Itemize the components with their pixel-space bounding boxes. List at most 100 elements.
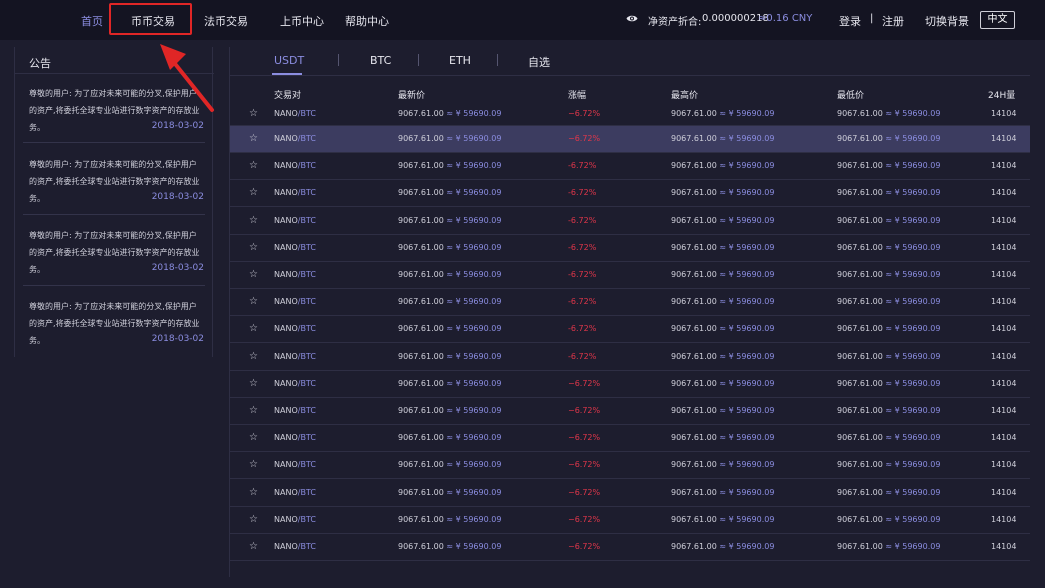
star-icon[interactable]: ☆: [249, 215, 258, 226]
latest-price: 9067.61.00: [398, 297, 444, 307]
register-link[interactable]: 注册: [882, 13, 904, 29]
high-price: 9067.61.00: [671, 242, 717, 252]
header-high[interactable]: 最高价: [671, 88, 698, 101]
star-icon[interactable]: ☆: [249, 187, 258, 198]
market-row[interactable]: ☆ NANO/BTC 9067.61.00 ≈ ¥ 59690.09 -6.72% 90…: [230, 316, 1030, 344]
high-price-cny: ≈ ¥ 59690.09: [719, 514, 775, 524]
star-icon[interactable]: ☆: [249, 296, 258, 307]
star-icon[interactable]: ☆: [249, 487, 258, 498]
high-price-cny: ≈ ¥ 59690.09: [719, 487, 775, 497]
nav-item-listing-center[interactable]: 上币中心: [280, 13, 324, 29]
login-link[interactable]: 登录: [839, 13, 861, 29]
pair-quote: /BTC: [297, 242, 316, 252]
star-icon[interactable]: ☆: [249, 541, 258, 552]
market-row[interactable]: ☆ NANO/BTC 9067.61.00 ≈ ¥ 59690.09 −6.72% 90…: [230, 534, 1030, 561]
star-icon[interactable]: ☆: [249, 108, 258, 119]
low-price-cny: ≈ ¥ 59690.09: [885, 406, 941, 415]
tab-favorites[interactable]: 自选: [528, 54, 550, 70]
low-price-cell: 9067.61.00 ≈ ¥ 59690.09: [837, 515, 940, 524]
eye-icon[interactable]: [626, 14, 638, 23]
announcement-item[interactable]: 尊敬的用户: 为了应对未来可能的分叉,保护用户的资产,将委托全球专业站进行数字资…: [29, 298, 204, 349]
header-volume[interactable]: 24H量: [988, 88, 1015, 101]
header-change[interactable]: 涨幅: [568, 88, 586, 101]
latest-price: 9067.61.00: [398, 487, 444, 497]
latest-price-cell: 9067.61.00 ≈ ¥ 59690.09: [398, 379, 501, 388]
market-row[interactable]: ☆ NANO/BTC 9067.61.00 ≈ ¥ 59690.09 −6.72% 90…: [230, 101, 1030, 126]
latest-price: 9067.61.00: [398, 109, 444, 118]
star-icon[interactable]: ☆: [249, 242, 258, 253]
low-price-cny: ≈ ¥ 59690.09: [885, 378, 941, 388]
tab-eth[interactable]: ETH: [449, 54, 471, 67]
market-row[interactable]: ☆ NANO/BTC 9067.61.00 ≈ ¥ 59690.09 -6.72% 90…: [230, 289, 1030, 317]
pair-cell: NANO/BTC: [274, 406, 316, 415]
market-row[interactable]: ☆ NANO/BTC 9067.61.00 ≈ ¥ 59690.09 −6.72% 90…: [230, 480, 1030, 507]
market-row[interactable]: ☆ NANO/BTC 9067.61.00 ≈ ¥ 59690.09 -6.72% 90…: [230, 180, 1030, 208]
nav-item-fiat-trade[interactable]: 法币交易: [204, 13, 248, 29]
star-icon[interactable]: ☆: [249, 351, 258, 362]
header-latest-price[interactable]: 最新价: [398, 88, 425, 101]
star-icon[interactable]: ☆: [249, 160, 258, 171]
market-row[interactable]: ☆ NANO/BTC 9067.61.00 ≈ ¥ 59690.09 -6.72% 90…: [230, 344, 1030, 371]
announcement-item[interactable]: 尊敬的用户: 为了应对未来可能的分叉,保护用户的资产,将委托全球专业站进行数字资…: [29, 227, 204, 278]
high-price: 9067.61.00: [671, 433, 717, 443]
latest-price: 9067.61.00: [398, 460, 444, 470]
low-price: 9067.61.00: [837, 161, 883, 171]
star-icon[interactable]: ☆: [249, 405, 258, 416]
pair-quote: /BTC: [297, 134, 316, 143]
market-row[interactable]: ☆ NANO/BTC 9067.61.00 ≈ ¥ 59690.09 −6.72% 90…: [230, 452, 1030, 480]
nav-item-help-center[interactable]: 帮助中心: [345, 13, 389, 29]
market-row[interactable]: ☆ NANO/BTC 9067.61.00 ≈ ¥ 59690.09 −6.72% 90…: [230, 398, 1030, 425]
market-row[interactable]: ☆ NANO/BTC 9067.61.00 ≈ ¥ 59690.09 −6.72% 90…: [230, 507, 1030, 534]
star-icon[interactable]: ☆: [249, 323, 258, 334]
star-icon[interactable]: ☆: [249, 269, 258, 280]
announcement-divider: [23, 285, 205, 286]
volume-cell: 14104: [991, 242, 1017, 252]
nav-separator: |: [870, 13, 874, 24]
pair-quote: /BTC: [297, 487, 316, 497]
star-icon[interactable]: ☆: [249, 514, 258, 525]
star-icon[interactable]: ☆: [249, 378, 258, 389]
header-low[interactable]: 最低价: [837, 88, 864, 101]
latest-price-cny: ≈ ¥ 59690.09: [446, 406, 502, 415]
market-row[interactable]: ☆ NANO/BTC 9067.61.00 ≈ ¥ 59690.09 −6.72% 90…: [230, 126, 1030, 153]
market-row[interactable]: ☆ NANO/BTC 9067.61.00 ≈ ¥ 59690.09 -6.72% 90…: [230, 153, 1030, 181]
header-pair[interactable]: 交易对: [274, 88, 301, 101]
volume-cell: 14104: [991, 406, 1017, 415]
low-price-cell: 9067.61.00 ≈ ¥ 59690.09: [837, 188, 940, 197]
volume-cell: 14104: [991, 324, 1017, 334]
volume-cell: 14104: [991, 270, 1017, 279]
market-row[interactable]: ☆ NANO/BTC 9067.61.00 ≈ ¥ 59690.09 −6.72% 90…: [230, 425, 1030, 453]
high-price-cell: 9067.61.00 ≈ ¥ 59690.09: [671, 406, 774, 415]
market-row[interactable]: ☆ NANO/BTC 9067.61.00 ≈ ¥ 59690.09 -6.72% 90…: [230, 262, 1030, 289]
market-row[interactable]: ☆ NANO/BTC 9067.61.00 ≈ ¥ 59690.09 -6.72% 90…: [230, 208, 1030, 235]
pair-quote: /BTC: [297, 215, 316, 225]
latest-price: 9067.61.00: [398, 215, 444, 225]
change-cell: -6.72%: [568, 297, 597, 307]
pair-base: NANO: [274, 134, 298, 143]
nav-item-home[interactable]: 首页: [81, 13, 103, 29]
latest-price-cny: ≈ ¥ 59690.09: [446, 134, 502, 143]
switch-background-button[interactable]: 切换背景: [925, 13, 969, 29]
latest-price: 9067.61.00: [398, 433, 444, 443]
pair-cell: NANO/BTC: [274, 109, 316, 118]
market-row[interactable]: ☆ NANO/BTC 9067.61.00 ≈ ¥ 59690.09 −6.72% 90…: [230, 371, 1030, 398]
low-price: 9067.61.00: [837, 297, 883, 307]
language-button[interactable]: 中文: [980, 11, 1015, 29]
latest-price: 9067.61.00: [398, 351, 444, 361]
tab-separator: [338, 54, 339, 66]
pair-quote: /BTC: [297, 514, 316, 524]
tab-usdt[interactable]: USDT: [274, 54, 304, 67]
pair-cell: NANO/BTC: [274, 352, 316, 361]
low-price-cny: ≈ ¥ 59690.09: [885, 460, 941, 470]
high-price-cell: 9067.61.00 ≈ ¥ 59690.09: [671, 379, 774, 388]
star-icon[interactable]: ☆: [249, 432, 258, 443]
pair-cell: NANO/BTC: [274, 515, 316, 524]
star-icon[interactable]: ☆: [249, 459, 258, 470]
announcement-item[interactable]: 尊敬的用户: 为了应对未来可能的分叉,保护用户的资产,将委托全球专业站进行数字资…: [29, 156, 204, 207]
tab-btc[interactable]: BTC: [370, 54, 391, 67]
change-cell: -6.72%: [568, 324, 597, 334]
low-price-cny: ≈ ¥ 59690.09: [885, 161, 941, 171]
star-icon[interactable]: ☆: [249, 133, 258, 144]
market-row[interactable]: ☆ NANO/BTC 9067.61.00 ≈ ¥ 59690.09 -6.72% 90…: [230, 235, 1030, 262]
high-price-cell: 9067.61.00 ≈ ¥ 59690.09: [671, 109, 774, 118]
